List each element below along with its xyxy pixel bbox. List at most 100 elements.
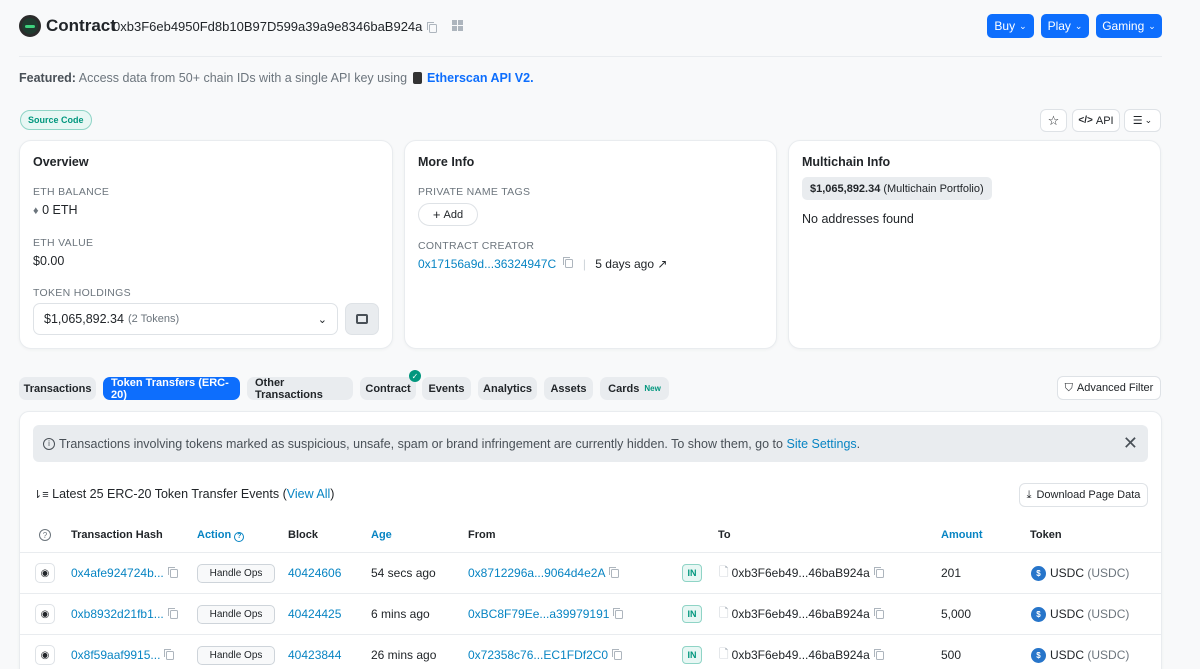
- download-icon: ⤓: [1026, 488, 1032, 501]
- close-icon[interactable]: ✕: [1123, 433, 1138, 454]
- eth-balance: ♦ 0 ETH: [33, 203, 78, 217]
- contract-address: 0xb3F6eb4950Fd8b10B97D599a39a9e8346baB92…: [113, 19, 423, 34]
- site-settings-link[interactable]: Site Settings: [786, 437, 856, 451]
- tab-analytics[interactable]: Analytics: [478, 377, 537, 400]
- copy-icon[interactable]: [873, 607, 884, 619]
- tx-hash-link[interactable]: 0x8f59aaf9915...: [71, 648, 160, 662]
- copy-icon[interactable]: [873, 566, 884, 578]
- copy-icon[interactable]: [563, 257, 574, 268]
- block-link[interactable]: 40424425: [288, 607, 341, 621]
- token-symbol: (USDC): [1087, 648, 1130, 662]
- notice-text: Transactions involving tokens marked as …: [59, 436, 783, 451]
- preview-eye-icon[interactable]: ◉: [35, 604, 55, 624]
- verified-check-icon: ✓: [409, 370, 421, 382]
- favorite-button[interactable]: ☆: [1040, 109, 1067, 132]
- to-address: 0xb3F6eb49...46baB924a: [731, 648, 870, 662]
- sort-icon: ⇂≡: [33, 489, 49, 501]
- creator-address-link[interactable]: 0x17156a9d...36324947C: [418, 257, 556, 271]
- table-row: ◉ 0x8f59aaf9915... Handle Ops 40423844 2…: [19, 634, 1161, 669]
- help-icon[interactable]: ?: [39, 529, 51, 541]
- multichain-title: Multichain Info: [802, 155, 891, 169]
- from-address-link[interactable]: 0xBC8F79Ee...a39979191: [468, 607, 609, 621]
- col-age[interactable]: Age: [371, 529, 392, 541]
- tab-events[interactable]: Events: [422, 377, 471, 400]
- download-label: Download Page Data: [1036, 489, 1141, 501]
- tab-contract[interactable]: Contract ✓: [360, 370, 421, 400]
- portfolio-label: (Multichain Portfolio): [883, 182, 984, 195]
- api-label: API: [1095, 114, 1114, 127]
- col-block: Block: [288, 529, 318, 541]
- block-link[interactable]: 40424606: [288, 566, 341, 580]
- block-link[interactable]: 40423844: [288, 648, 341, 662]
- token-name[interactable]: USDC: [1050, 607, 1084, 621]
- preview-eye-icon[interactable]: ◉: [35, 563, 55, 583]
- preview-eye-icon[interactable]: ◉: [35, 645, 55, 665]
- gaming-button[interactable]: Gaming ⌄: [1096, 14, 1162, 38]
- tab-token-transfers[interactable]: Token Transfers (ERC-20): [103, 377, 240, 401]
- chevron-down-icon: ⌄: [1074, 20, 1083, 31]
- contract-creator: 0x17156a9d...36324947C | 5 days ago ↗: [418, 257, 667, 271]
- tx-hash-link[interactable]: 0x4afe924724b...: [71, 566, 164, 580]
- eth-value: $0.00: [33, 254, 65, 268]
- tab-assets[interactable]: Assets: [544, 377, 593, 400]
- method-badge: Handle Ops: [197, 604, 275, 624]
- eth-balance-value: 0 ETH: [42, 203, 78, 217]
- table-row: ◉ 0x4afe924724b... Handle Ops 40424606 5…: [19, 552, 1161, 592]
- token-wallet-button[interactable]: [345, 303, 379, 335]
- download-page-data-button[interactable]: ⤓ Download Page Data: [1019, 483, 1148, 507]
- more-menu-button[interactable]: ☰ ⌄: [1124, 109, 1161, 132]
- featured-link[interactable]: Etherscan API V2.: [427, 71, 534, 85]
- creator-age[interactable]: 5 days ago: [595, 257, 654, 271]
- summary-text: Latest 25 ERC-20 Token Transfer Events (: [52, 487, 287, 501]
- copy-icon[interactable]: [613, 607, 624, 619]
- token-name[interactable]: USDC: [1050, 566, 1084, 580]
- col-amount[interactable]: Amount: [941, 529, 983, 541]
- view-all-link[interactable]: View All: [287, 487, 331, 501]
- usdc-token-icon: $: [1031, 606, 1046, 622]
- eth-balance-label: ETH BALANCE: [33, 186, 110, 198]
- tab-cards-label: Cards: [608, 382, 640, 395]
- tab-transactions[interactable]: Transactions: [19, 377, 96, 400]
- from-address-link[interactable]: 0x8712296a...9064d4e2A: [468, 566, 605, 580]
- tab-contract-label: Contract: [365, 382, 411, 395]
- token-holdings-dropdown[interactable]: $1,065,892.34 (2 Tokens) ⌄: [33, 303, 338, 335]
- age-text: 26 mins ago: [371, 648, 437, 662]
- portfolio-value: $1,065,892.34: [810, 182, 881, 195]
- token-holdings-count: (2 Tokens): [127, 313, 180, 325]
- advanced-filter-button[interactable]: ⛉ Advanced Filter: [1057, 376, 1161, 400]
- copy-address-icon[interactable]: [427, 22, 437, 33]
- buy-button[interactable]: Buy ⌄: [987, 14, 1034, 38]
- tab-cards[interactable]: Cards New: [600, 377, 669, 400]
- usdc-token-icon: $: [1031, 647, 1046, 663]
- api-button[interactable]: </> API: [1072, 109, 1120, 132]
- play-button[interactable]: Play ⌄: [1041, 14, 1089, 38]
- featured-text: Access data from 50+ chain IDs with a si…: [78, 71, 408, 85]
- copy-icon[interactable]: [164, 648, 175, 660]
- token-symbol: (USDC): [1087, 607, 1130, 621]
- copy-icon[interactable]: [609, 566, 620, 578]
- summary-end: ): [330, 487, 335, 501]
- copy-icon[interactable]: [167, 607, 178, 619]
- add-tag-button[interactable]: + Add: [418, 203, 478, 226]
- plus-icon: +: [432, 207, 441, 222]
- direction-badge: IN: [682, 564, 702, 582]
- multichain-portfolio-badge[interactable]: $1,065,892.34 (Multichain Portfolio): [802, 177, 992, 200]
- code-icon: </>: [1078, 115, 1093, 126]
- tx-hash-link[interactable]: 0xb8932d21fb1...: [71, 607, 164, 621]
- chevron-down-icon: ⌄: [1144, 115, 1153, 125]
- qr-code-icon[interactable]: [452, 20, 463, 31]
- copy-icon[interactable]: [612, 648, 623, 660]
- col-action[interactable]: Action ?: [197, 529, 245, 542]
- copy-icon[interactable]: [167, 566, 178, 578]
- from-address-link[interactable]: 0x72358c76...EC1FDf2C0: [468, 648, 608, 662]
- play-label: Play: [1047, 19, 1071, 33]
- copy-icon[interactable]: [873, 648, 884, 660]
- source-code-badge[interactable]: Source Code: [20, 110, 92, 130]
- to-address: 0xb3F6eb49...46baB924a: [731, 566, 870, 580]
- token-name[interactable]: USDC: [1050, 648, 1084, 662]
- tab-other-transactions[interactable]: Other Transactions: [247, 377, 353, 401]
- gaming-label: Gaming: [1102, 19, 1145, 33]
- to-address: 0xb3F6eb49...46baB924a: [731, 607, 870, 621]
- method-badge: Handle Ops: [197, 645, 275, 665]
- col-from: From: [468, 529, 496, 541]
